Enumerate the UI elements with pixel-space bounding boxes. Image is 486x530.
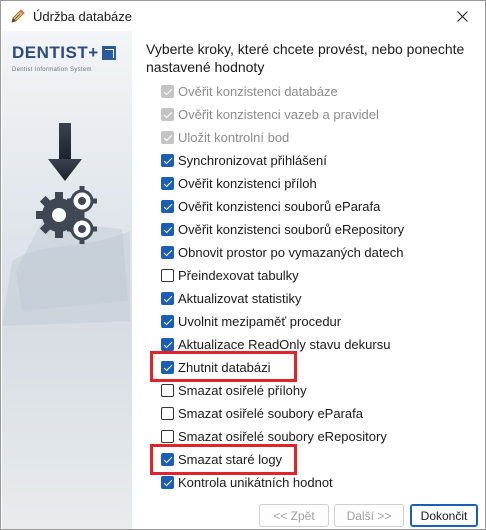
back-button[interactable]: << Zpět: [259, 504, 329, 527]
download-gears-icon: [2, 123, 130, 326]
step-checkbox[interactable]: [161, 337, 174, 351]
step-label: Ověřit konzistenci databáze: [178, 83, 338, 99]
step-item[interactable]: Uvolnit mezipaměť procedur: [161, 311, 341, 331]
brand-logo: DENTIST+ Dentist Information System: [12, 43, 128, 83]
step-checkbox[interactable]: [161, 429, 174, 443]
step-checkbox: [161, 130, 174, 144]
step-label: Uložit kontrolní bod: [178, 129, 290, 145]
step-checkbox[interactable]: [161, 314, 174, 328]
step-item[interactable]: Zhutnit databázi: [161, 357, 271, 377]
step-checkbox[interactable]: [161, 475, 174, 489]
close-icon: [456, 10, 468, 22]
step-label: Uvolnit mezipaměť procedur: [178, 313, 342, 329]
window-title: Údržba databáze: [33, 9, 133, 24]
step-item[interactable]: Aktualizace ReadOnly stavu dekursu: [161, 334, 390, 354]
step-label: Kontrola unikátních hodnot: [178, 474, 333, 490]
step-label: Zhutnit databázi: [178, 359, 271, 375]
step-checkbox[interactable]: [161, 153, 174, 167]
step-label: Ověřit konzistenci souborů eParafa: [178, 198, 381, 214]
step-item[interactable]: Smazat staré logy: [161, 449, 282, 469]
maintenance-dialog: Údržba databáze DENTIST+ Dentist Informa…: [0, 0, 486, 530]
step-checkbox[interactable]: [161, 176, 174, 190]
step-item[interactable]: Synchronizovat přihlášení: [161, 150, 327, 170]
step-label: Smazat osiřelé soubory eRepository: [178, 428, 387, 444]
step-checkbox[interactable]: [161, 245, 174, 259]
step-label: Synchronizovat přihlášení: [178, 152, 327, 168]
step-label: Přeindexovat tabulky: [178, 267, 299, 283]
step-label: Ověřit konzistenci souborů eRepository: [178, 221, 405, 237]
step-item[interactable]: Aktualizovat statistiky: [161, 288, 302, 308]
step-checkbox[interactable]: [161, 199, 174, 213]
step-checkbox[interactable]: [161, 222, 174, 236]
brand-tagline: Dentist Information System: [12, 67, 92, 73]
side-banner: DENTIST+ Dentist Information System: [2, 31, 132, 529]
step-label: Aktualizovat statistiky: [178, 290, 302, 306]
step-item[interactable]: Ověřit konzistenci souborů eRepository: [161, 219, 404, 239]
step-item[interactable]: Obnovit prostor po vymazaných datech: [161, 242, 403, 262]
instruction-text: Vyberte kroky, které chcete provést, neb…: [146, 41, 465, 75]
step-checkbox[interactable]: [161, 452, 174, 466]
title-bar: Údržba databáze: [1, 1, 485, 31]
finish-button[interactable]: Dokončit: [410, 504, 478, 527]
step-label: Ověřit konzistenci vazeb a pravidel: [178, 106, 379, 122]
step-item[interactable]: Přeindexovat tabulky: [161, 265, 299, 285]
step-label: Aktualizace ReadOnly stavu dekursu: [178, 336, 391, 352]
step-checkbox[interactable]: [161, 406, 174, 420]
next-button[interactable]: Další >>: [334, 504, 404, 527]
brand-logo-text: DENTIST+: [12, 43, 99, 62]
step-checkbox[interactable]: [161, 360, 174, 374]
step-checkbox: [161, 84, 174, 98]
step-item[interactable]: Smazat osiřelé soubory eRepository: [161, 426, 387, 446]
step-label: Smazat staré logy: [178, 451, 283, 467]
step-item[interactable]: Ověřit konzistenci příloh: [161, 173, 317, 193]
step-label: Ověřit konzistenci příloh: [178, 175, 317, 191]
step-item[interactable]: Kontrola unikátních hodnot: [161, 472, 333, 492]
close-button[interactable]: [439, 1, 485, 31]
step-item[interactable]: Smazat osiřelé přílohy: [161, 380, 307, 400]
step-label: Obnovit prostor po vymazaných datech: [178, 244, 404, 260]
step-item[interactable]: Ověřit konzistenci souborů eParafa: [161, 196, 380, 216]
step-checkbox[interactable]: [161, 383, 174, 397]
step-checkbox[interactable]: [161, 268, 174, 282]
step-checkbox: [161, 107, 174, 121]
step-label: Smazat osiřelé přílohy: [178, 382, 307, 398]
step-item: Ověřit konzistenci vazeb a pravidel: [161, 104, 379, 124]
step-label: Smazat osiřelé soubory eParafa: [178, 405, 363, 421]
logo-mark-icon: [101, 46, 116, 60]
pen-icon: [10, 8, 26, 24]
step-checkbox[interactable]: [161, 291, 174, 305]
step-item[interactable]: Smazat osiřelé soubory eParafa: [161, 403, 363, 423]
step-item: Uložit kontrolní bod: [161, 127, 289, 147]
step-item: Ověřit konzistenci databáze: [161, 81, 338, 101]
